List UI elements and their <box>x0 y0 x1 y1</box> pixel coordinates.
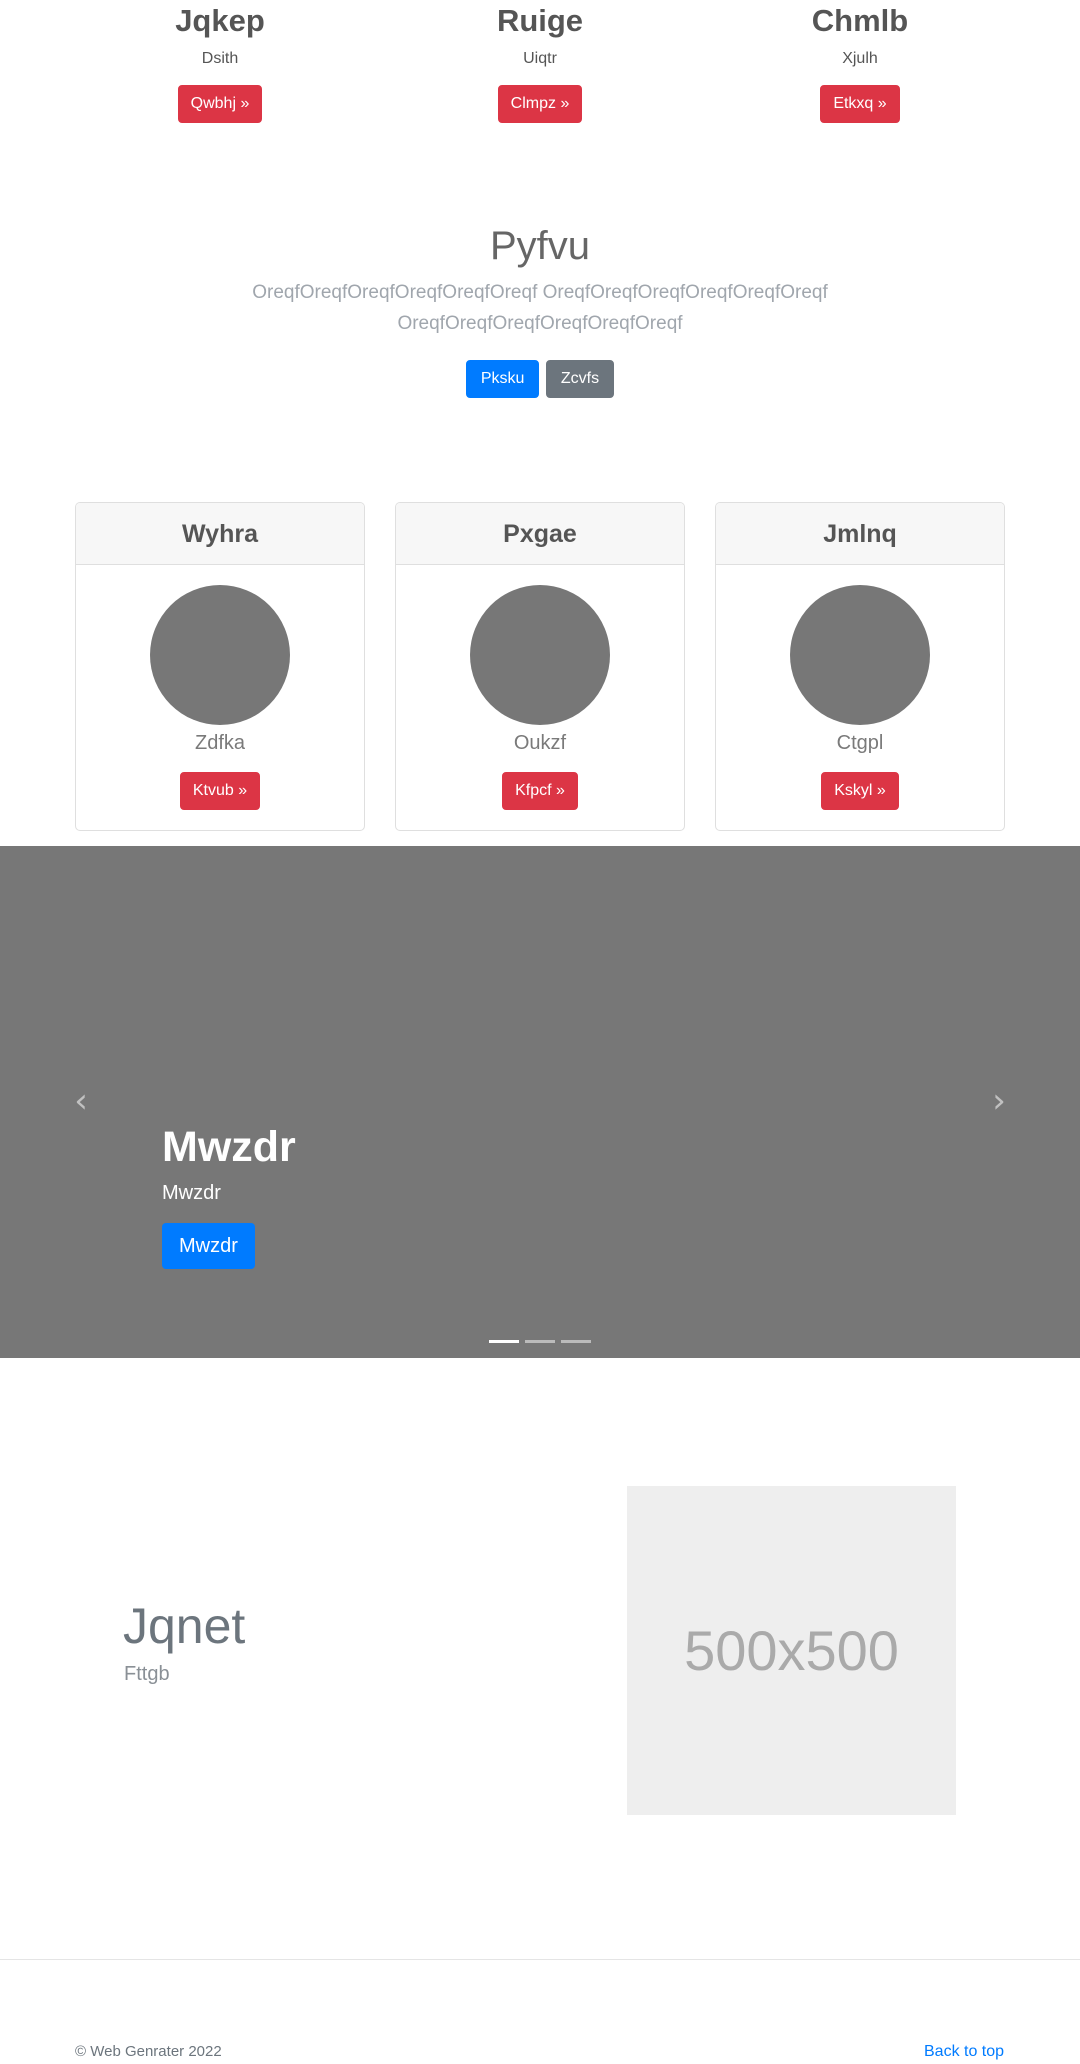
top-column-button[interactable]: Qwbhj » <box>177 85 263 123</box>
profile-card-3: Jmlnq Ctgpl Kskyl » <box>715 502 1005 831</box>
top-column-2: Ruige Uiqtr Clmpz » <box>420 0 660 123</box>
card-header: Wyhra <box>76 503 364 565</box>
hero-secondary-button[interactable]: Zcvfs <box>545 360 615 398</box>
carousel-indicator[interactable] <box>489 1340 519 1343</box>
top-column-button[interactable]: Etkxq » <box>820 85 900 123</box>
carousel-title: Mwzdr <box>162 1123 296 1171</box>
hero-primary-button[interactable]: Pksku <box>465 360 540 398</box>
top-column-subtext: Uiqtr <box>523 50 557 67</box>
card-button[interactable]: Ktvub » <box>179 772 261 810</box>
carousel-button[interactable]: Mwzdr <box>162 1223 255 1269</box>
feature-subtitle: Fttgb <box>124 1663 170 1685</box>
carousel-subtitle: Mwzdr <box>162 1182 221 1204</box>
card-name: Oukzf <box>513 732 567 754</box>
top-column-heading: Jqkep <box>175 3 265 38</box>
card-body: Oukzf Kfpcf » <box>396 565 684 810</box>
footer-copyright: © Web Genrater 2022 <box>75 2043 222 2060</box>
avatar <box>790 585 930 725</box>
carousel-caption: Mwzdr Mwzdr Mwzdr <box>162 1122 296 1269</box>
card-body: Zdfka Ktvub » <box>76 565 364 810</box>
feature-image-placeholder: 500x500 <box>627 1486 956 1815</box>
top-column-subtext: Xjulh <box>842 50 878 67</box>
profile-card-2: Pxgae Oukzf Kfpcf » <box>395 502 685 831</box>
hero-title: Pyfvu <box>489 224 591 268</box>
feature-title: Jqnet <box>123 1598 246 1654</box>
carousel-indicator[interactable] <box>561 1340 591 1343</box>
profile-card-1: Wyhra Zdfka Ktvub » <box>75 502 365 831</box>
top-column-heading: Ruige <box>496 3 584 38</box>
hero-button-group: Pksku Zcvfs <box>0 360 1080 398</box>
top-column-3: Chmlb Xjulh Etkxq » <box>740 0 980 123</box>
top-column-1: Jqkep Dsith Qwbhj » <box>100 0 340 123</box>
back-to-top-link[interactable]: Back to top <box>924 2042 1004 2062</box>
avatar <box>150 585 290 725</box>
chevron-right-icon[interactable]: › <box>979 1084 1019 1118</box>
chevron-left-icon[interactable]: ‹ <box>61 1084 101 1118</box>
top-column-heading: Chmlb <box>811 3 909 38</box>
card-name: Ctgpl <box>836 732 884 754</box>
footer-divider <box>0 1959 1080 1960</box>
card-button[interactable]: Kfpcf » <box>502 772 578 810</box>
carousel-indicators <box>489 1330 597 1348</box>
avatar <box>470 585 610 725</box>
card-header: Pxgae <box>396 503 684 565</box>
placeholder-label: 500x500 <box>684 1619 899 1682</box>
card-button[interactable]: Kskyl » <box>821 772 899 810</box>
carousel-indicator[interactable] <box>525 1340 555 1343</box>
hero-lead-text: OreqfOreqfOreqfOreqfOreqfOreqf OreqfOreq… <box>252 282 828 334</box>
top-column-button[interactable]: Clmpz » <box>497 85 583 123</box>
top-column-subtext: Dsith <box>201 50 239 67</box>
card-body: Ctgpl Kskyl » <box>716 565 1004 810</box>
card-name: Zdfka <box>194 732 246 754</box>
card-header: Jmlnq <box>716 503 1004 565</box>
carousel: ‹ › Mwzdr Mwzdr Mwzdr <box>0 846 1080 1358</box>
